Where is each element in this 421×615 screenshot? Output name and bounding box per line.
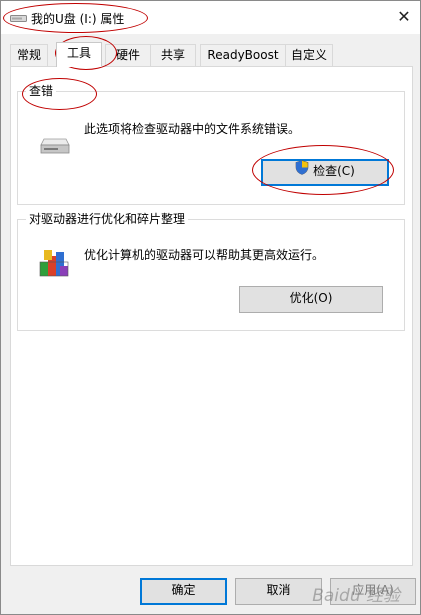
ok-button-label: 确定	[171, 583, 196, 597]
uac-shield-icon	[295, 160, 309, 183]
tab-general[interactable]: 常规	[10, 44, 48, 66]
tab-strip: 常规 工具 硬件 共享 ReadyBoost 自定义	[10, 42, 410, 67]
check-button-label: 检查(C)	[313, 164, 355, 178]
tab-sharing[interactable]: 共享	[150, 44, 196, 66]
optimize-title: 对驱动器进行优化和碎片整理	[26, 212, 189, 226]
usb-drive-icon	[10, 12, 27, 22]
tab-customize[interactable]: 自定义	[285, 44, 333, 66]
error-check-title: 查错	[26, 84, 57, 98]
window-title: 我的U盘 (I:) 属性	[31, 12, 125, 26]
drive-icon	[40, 137, 70, 158]
tab-readyboost[interactable]: ReadyBoost	[200, 44, 286, 66]
properties-dialog: 我的U盘 (I:) 属性 ✕ 常规 工具 硬件 共享 ReadyBoost 自定…	[0, 0, 421, 615]
tools-panel: 查错 此选项将检查驱动器中的文件系统错误。 检查(C) 对驱动器进行优化和碎片整…	[10, 66, 413, 566]
cancel-button[interactable]: 取消	[235, 578, 322, 605]
ok-button[interactable]: 确定	[140, 578, 227, 605]
title-bar[interactable]: 我的U盘 (I:) 属性 ✕	[1, 1, 420, 34]
optimize-group: 对驱动器进行优化和碎片整理 优化计算机的驱动器可以帮助其更高效运行。 优化(O)	[17, 212, 405, 331]
watermark: Baidu 经验	[312, 586, 400, 606]
check-button[interactable]: 检查(C)	[261, 159, 389, 186]
error-check-group: 查错 此选项将检查驱动器中的文件系统错误。 检查(C)	[17, 84, 405, 205]
error-check-description: 此选项将检查驱动器中的文件系统错误。	[84, 122, 301, 136]
close-icon: ✕	[397, 7, 411, 26]
cancel-button-label: 取消	[266, 583, 291, 597]
optimize-description: 优化计算机的驱动器可以帮助其更高效运行。	[84, 248, 325, 262]
tab-hardware[interactable]: 硬件	[105, 44, 151, 66]
defrag-icon	[38, 246, 70, 281]
optimize-button-label: 优化(O)	[289, 291, 333, 305]
tab-tools[interactable]: 工具	[56, 42, 102, 67]
optimize-button[interactable]: 优化(O)	[239, 286, 383, 313]
close-button[interactable]: ✕	[388, 1, 420, 34]
